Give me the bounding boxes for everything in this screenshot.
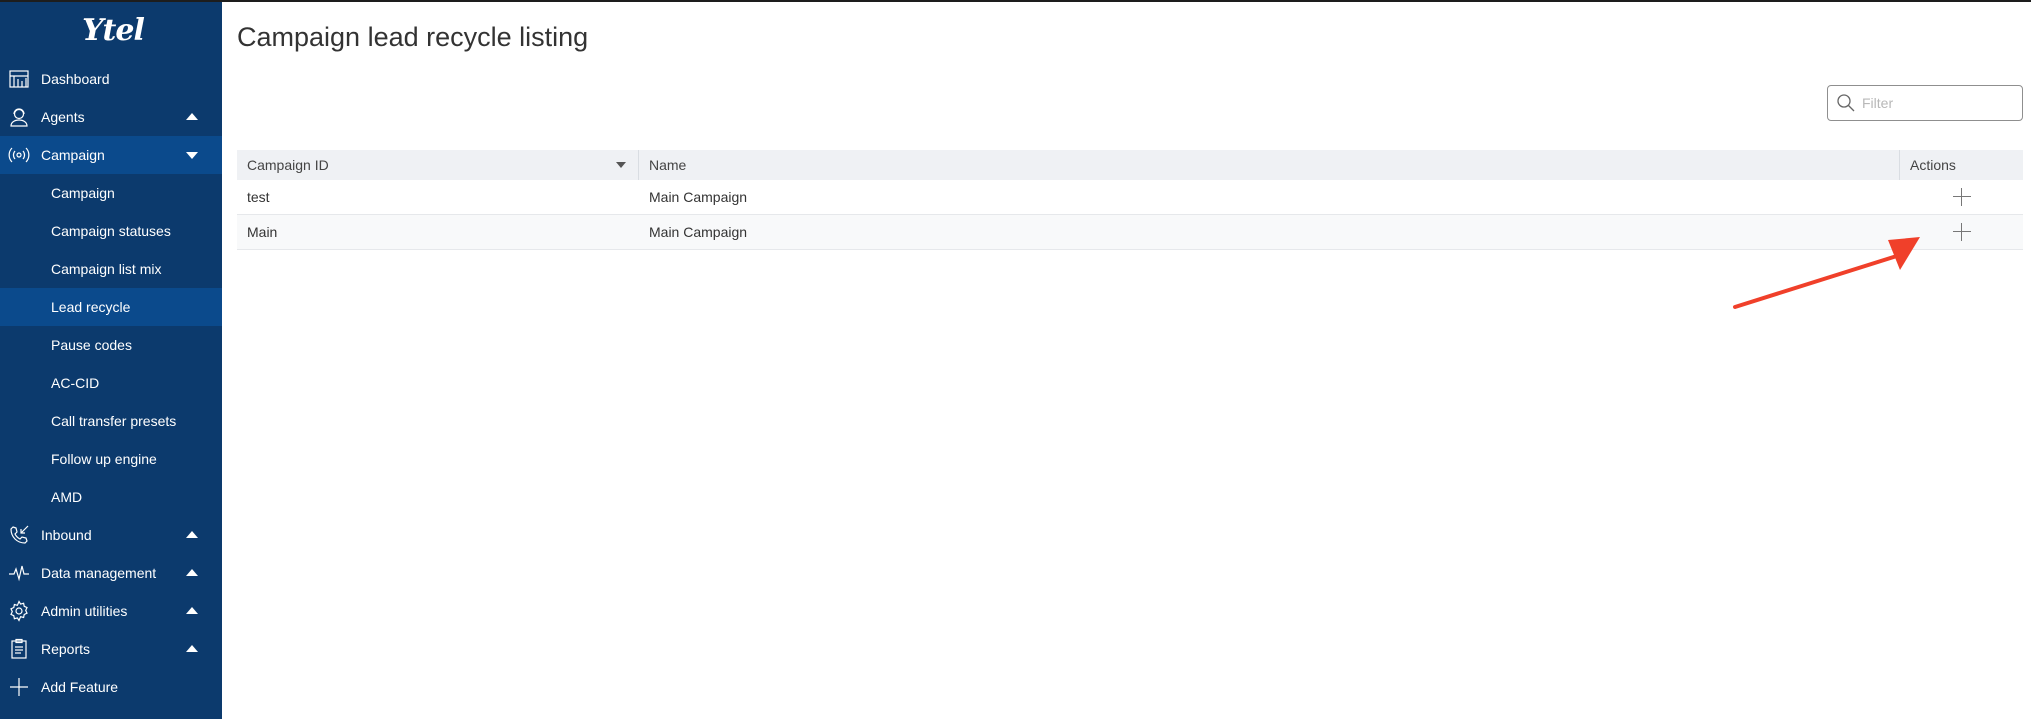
cell-name: Main Campaign — [649, 224, 748, 240]
sidebar-subitem-ac-cid[interactable]: AC-CID — [0, 364, 222, 402]
plus-icon — [8, 676, 30, 698]
sidebar-nav: Dashboard Agents Campaign Campaign Campa… — [0, 60, 222, 706]
logo-text: Ytel — [82, 12, 145, 48]
inbound-icon — [8, 524, 30, 546]
gear-icon — [8, 600, 30, 622]
sidebar-item-label: Dashboard — [41, 71, 110, 87]
sidebar-subitem-amd[interactable]: AMD — [0, 478, 222, 516]
ytel-logo[interactable]: Ytel — [0, 0, 222, 60]
caret-up-icon — [186, 113, 198, 120]
sidebar-item-label: Lead recycle — [51, 299, 131, 315]
sidebar-subitem-follow-up-engine[interactable]: Follow up engine — [0, 440, 222, 478]
sidebar-item-label: AMD — [51, 489, 83, 505]
sidebar-subitem-call-transfer-presets[interactable]: Call transfer presets — [0, 402, 222, 440]
cell-actions — [1900, 187, 2023, 207]
sidebar-item-label: Campaign list mix — [51, 261, 162, 277]
data-management-icon — [8, 562, 30, 584]
add-recycle-button[interactable] — [1952, 187, 1972, 207]
column-header-campaign-id[interactable]: Campaign ID — [237, 150, 639, 180]
table-header: Campaign ID Name Actions — [237, 150, 2023, 180]
sidebar-item-label: Call transfer presets — [51, 413, 177, 429]
column-header-name[interactable]: Name — [639, 150, 1900, 180]
campaign-icon — [8, 144, 30, 166]
caret-up-icon — [186, 645, 198, 652]
caret-up-icon — [186, 607, 198, 614]
sidebar-item-label: Campaign — [41, 147, 105, 163]
sidebar-item-campaign[interactable]: Campaign — [0, 136, 222, 174]
reports-icon — [8, 638, 30, 660]
sidebar-item-label: Admin utilities — [41, 603, 128, 619]
sidebar-item-inbound[interactable]: Inbound — [0, 516, 222, 554]
sidebar-item-data-management[interactable]: Data management — [0, 554, 222, 592]
main-content: Campaign lead recycle listing Campaign I… — [222, 2, 2031, 719]
cell-campaign-id: Main — [247, 224, 278, 240]
top-border — [0, 0, 2031, 2]
caret-up-icon — [186, 531, 198, 538]
sidebar-item-label: Data management — [41, 565, 157, 581]
column-label: Name — [649, 157, 687, 173]
sort-caret-icon[interactable] — [616, 162, 626, 168]
filter-box[interactable] — [1827, 85, 2023, 121]
agents-icon — [8, 106, 30, 128]
sidebar-item-admin-utilities[interactable]: Admin utilities — [0, 592, 222, 630]
cell-campaign-id: test — [247, 189, 270, 205]
sidebar-subitem-campaign[interactable]: Campaign — [0, 174, 222, 212]
sidebar-item-label: Inbound — [41, 527, 92, 543]
dashboard-icon — [8, 68, 30, 90]
add-recycle-button[interactable] — [1952, 222, 1972, 242]
caret-up-icon — [186, 569, 198, 576]
column-header-actions: Actions — [1900, 150, 2023, 180]
sidebar-item-label: Campaign statuses — [51, 223, 171, 239]
sidebar-item-label: AC-CID — [51, 375, 100, 391]
sidebar-item-add-feature[interactable]: Add Feature — [0, 668, 222, 706]
sidebar-item-label: Agents — [41, 109, 85, 125]
filter-input[interactable] — [1862, 95, 2012, 111]
sidebar-item-label: Add Feature — [41, 679, 119, 695]
search-icon — [1837, 94, 1855, 112]
sidebar-item-label: Campaign — [51, 185, 115, 201]
table-row[interactable]: test Main Campaign — [237, 180, 2023, 215]
sidebar-item-dashboard[interactable]: Dashboard — [0, 60, 222, 98]
caret-down-icon — [186, 152, 198, 159]
sidebar-subitem-lead-recycle[interactable]: Lead recycle — [0, 288, 222, 326]
sidebar: Ytel Dashboard Agents Campaign Campaign — [0, 0, 222, 719]
column-label: Actions — [1910, 157, 1956, 173]
sidebar-item-label: Pause codes — [51, 337, 132, 353]
sidebar-subitem-campaign-statuses[interactable]: Campaign statuses — [0, 212, 222, 250]
sidebar-item-agents[interactable]: Agents — [0, 98, 222, 136]
sidebar-item-label: Reports — [41, 641, 91, 657]
sidebar-subitem-campaign-list-mix[interactable]: Campaign list mix — [0, 250, 222, 288]
cell-name: Main Campaign — [649, 189, 748, 205]
column-label: Campaign ID — [247, 157, 329, 173]
sidebar-item-reports[interactable]: Reports — [0, 630, 222, 668]
annotation-arrow-icon — [1733, 237, 1920, 309]
sidebar-subitem-pause-codes[interactable]: Pause codes — [0, 326, 222, 364]
page-title: Campaign lead recycle listing — [237, 22, 589, 52]
sidebar-item-label: Follow up engine — [51, 451, 157, 467]
